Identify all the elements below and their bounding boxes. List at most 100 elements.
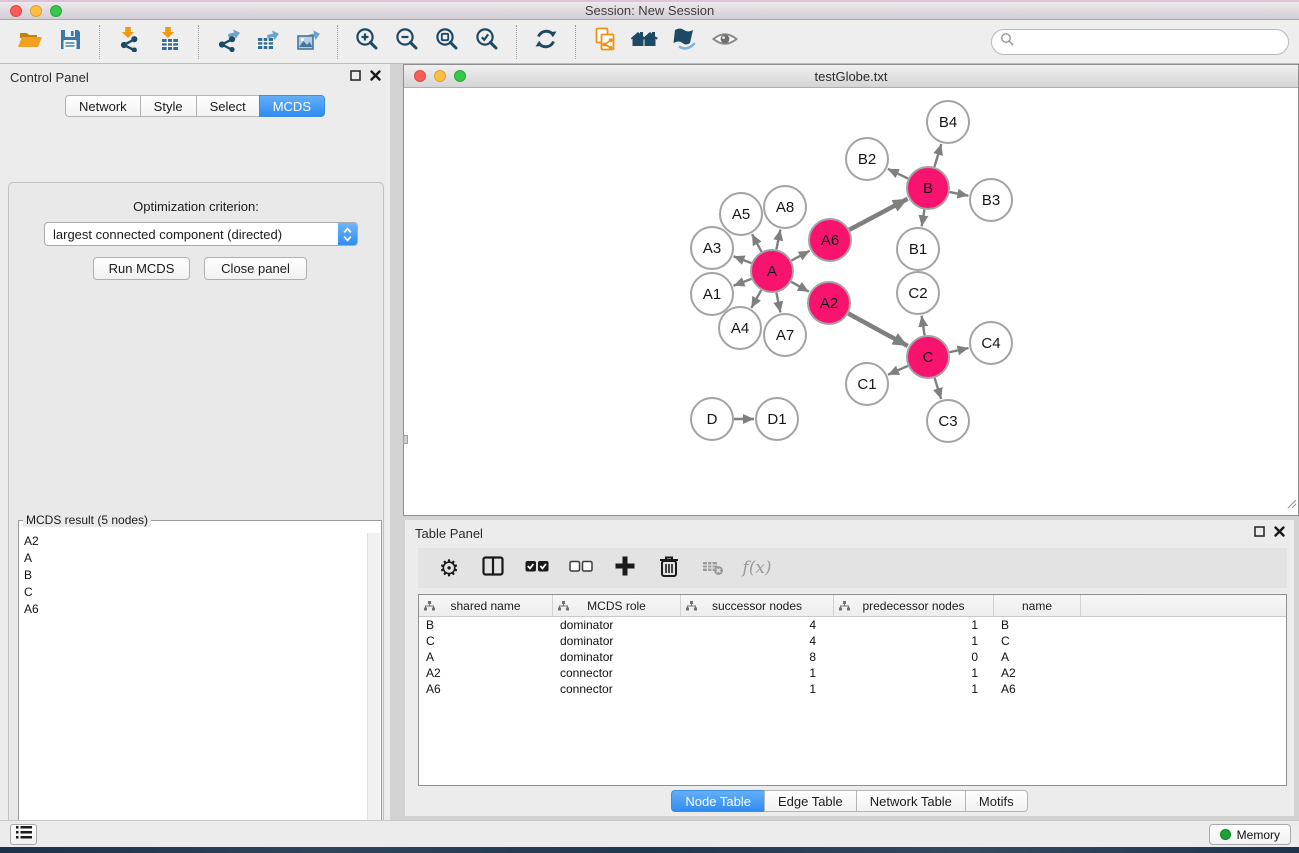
edge-C-C3[interactable] (935, 378, 942, 399)
network-minimize-button[interactable] (434, 70, 446, 82)
table-cell[interactable]: dominator (553, 633, 681, 649)
table-cell[interactable]: dominator (553, 649, 681, 665)
apply-layout-button[interactable] (526, 24, 566, 60)
export-table-button[interactable] (248, 24, 288, 60)
table-cell[interactable]: 1 (681, 681, 834, 697)
zoom-window-button[interactable] (50, 5, 62, 17)
node-A3[interactable]: A3 (691, 227, 733, 269)
table-cell[interactable]: B (419, 617, 553, 633)
node-D1[interactable]: D1 (756, 398, 798, 440)
float-panel-icon[interactable] (1254, 524, 1265, 542)
column-header-mcds-role[interactable]: MCDS role (553, 595, 681, 616)
edge-A-A8[interactable] (776, 230, 780, 250)
close-window-button[interactable] (10, 5, 22, 17)
table-cell[interactable]: 1 (834, 633, 994, 649)
node-D[interactable]: D (691, 398, 733, 440)
search-field[interactable] (991, 29, 1289, 55)
table-row[interactable]: A6connector11A6 (419, 681, 1286, 697)
node-A2[interactable]: A2 (808, 282, 850, 324)
node-B3[interactable]: B3 (970, 179, 1012, 221)
table-cell[interactable]: 4 (681, 617, 834, 633)
node-B4[interactable]: B4 (927, 101, 969, 143)
edge-A6-B[interactable] (849, 199, 907, 230)
delete-table-button[interactable] (699, 554, 727, 582)
edge-A-A7[interactable] (776, 293, 780, 313)
table-cell[interactable]: 4 (681, 633, 834, 649)
close-panel-button[interactable]: Close panel (204, 257, 307, 280)
select-all-button[interactable] (523, 554, 551, 582)
tab-style[interactable]: Style (140, 95, 196, 117)
new-network-from-selection-button[interactable] (585, 24, 625, 60)
result-scrollbar[interactable] (367, 533, 380, 853)
node-C[interactable]: C (907, 336, 949, 378)
close-panel-icon[interactable] (1274, 524, 1285, 542)
table-cell[interactable]: C (994, 633, 1081, 649)
edge-B-B3[interactable] (950, 192, 969, 196)
window-titlebar[interactable]: Session: New Session (0, 0, 1299, 20)
zoom-selected-button[interactable] (467, 24, 507, 60)
table-cell[interactable]: C (419, 633, 553, 649)
column-visibility-button[interactable] (479, 554, 507, 582)
resize-grip-icon[interactable] (1285, 496, 1297, 514)
edge-A2-C[interactable] (848, 314, 908, 347)
search-input[interactable] (1019, 32, 1288, 52)
result-item[interactable]: A (24, 550, 366, 567)
edge-C-C1[interactable] (888, 366, 908, 375)
table-options-button[interactable]: ⚙ (435, 554, 463, 582)
node-A8[interactable]: A8 (764, 186, 806, 228)
table-cell[interactable]: 0 (834, 649, 994, 665)
table-row[interactable]: Adominator80A (419, 649, 1286, 665)
column-header-predecessor-nodes[interactable]: predecessor nodes (834, 595, 994, 616)
node-C1[interactable]: C1 (846, 363, 888, 405)
result-item[interactable]: B (24, 567, 366, 584)
table-cell[interactable]: B (994, 617, 1081, 633)
delete-column-button[interactable] (655, 554, 683, 582)
node-C2[interactable]: C2 (897, 272, 939, 314)
table-row[interactable]: Cdominator41C (419, 633, 1286, 649)
close-panel-icon[interactable] (370, 68, 381, 86)
edge-A-A3[interactable] (734, 256, 752, 263)
table-cell[interactable]: 8 (681, 649, 834, 665)
zoom-out-button[interactable] (387, 24, 427, 60)
node-A7[interactable]: A7 (764, 314, 806, 356)
node-A6[interactable]: A6 (809, 219, 851, 261)
float-panel-icon[interactable] (350, 68, 361, 86)
task-history-button[interactable] (10, 824, 37, 845)
memory-button[interactable]: Memory (1209, 824, 1291, 845)
export-image-button[interactable] (288, 24, 328, 60)
save-session-button[interactable] (50, 24, 90, 60)
first-neighbors-button[interactable] (625, 24, 665, 60)
table-cell[interactable]: 1 (834, 665, 994, 681)
node-A5[interactable]: A5 (720, 193, 762, 235)
edge-B-B1[interactable] (922, 210, 925, 227)
function-builder-button[interactable]: f(x) (743, 554, 771, 582)
node-B2[interactable]: B2 (846, 138, 888, 180)
result-item[interactable]: C (24, 584, 366, 601)
table-row[interactable]: A2connector11A2 (419, 665, 1286, 681)
zoom-fit-button[interactable] (427, 24, 467, 60)
column-header-successor-nodes[interactable]: successor nodes (681, 595, 834, 616)
show-graphics-details-button[interactable] (705, 24, 745, 60)
result-item[interactable]: A6 (24, 601, 366, 618)
network-window-titlebar[interactable]: testGlobe.txt (404, 65, 1298, 88)
tab-mcds[interactable]: MCDS (259, 95, 325, 117)
tab-edge-table[interactable]: Edge Table (764, 790, 856, 812)
table-cell[interactable]: dominator (553, 617, 681, 633)
node-A4[interactable]: A4 (719, 307, 761, 349)
table-cell[interactable]: A (419, 649, 553, 665)
open-session-button[interactable] (10, 24, 50, 60)
edge-A-A5[interactable] (752, 234, 762, 252)
export-network-button[interactable] (208, 24, 248, 60)
table-cell[interactable]: A (994, 649, 1081, 665)
splitter-grip[interactable] (403, 435, 408, 444)
node-B[interactable]: B (907, 167, 949, 209)
tab-node-table[interactable]: Node Table (671, 790, 764, 812)
result-item[interactable]: A2 (24, 533, 366, 550)
column-header-shared-name[interactable]: shared name (419, 595, 553, 616)
edge-C-C2[interactable] (922, 316, 925, 336)
minimize-window-button[interactable] (30, 5, 42, 17)
tab-network[interactable]: Network (65, 95, 140, 117)
network-close-button[interactable] (414, 70, 426, 82)
network-canvas[interactable]: B4B2BB3A8A5A6A3B1AC2A1A2A4A7C4CC1C3DD1 (404, 88, 1298, 515)
table-cell[interactable]: A6 (419, 681, 553, 697)
